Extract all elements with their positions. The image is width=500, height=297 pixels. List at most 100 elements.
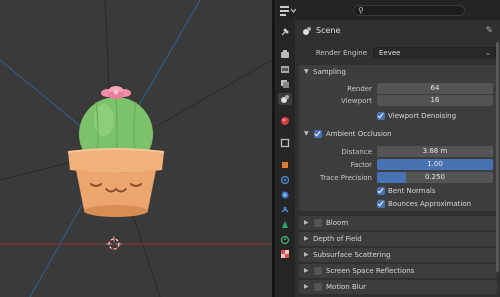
- tab-material[interactable]: [278, 234, 292, 246]
- ambient-occlusion-panel-header[interactable]: ▼ Ambient Occlusion: [299, 127, 497, 141]
- properties-search-input[interactable]: ⚲: [353, 5, 465, 16]
- material-icon: [280, 235, 290, 245]
- tab-world[interactable]: [278, 115, 292, 127]
- properties-header: ⚲: [275, 0, 500, 20]
- bounces-approximation-label: Bounces Approximation: [388, 200, 472, 208]
- screen-space-reflections-checkbox[interactable]: [314, 267, 322, 275]
- bent-normals-label: Bent Normals: [388, 187, 436, 195]
- render-icon: [281, 50, 289, 58]
- render-samples-label: Render: [347, 85, 372, 93]
- world-icon: [281, 117, 289, 125]
- tab-modifiers[interactable]: [278, 159, 292, 171]
- tab-physics[interactable]: [278, 189, 292, 201]
- motion-blur-title: Motion Blur: [326, 283, 367, 291]
- tab-render[interactable]: [278, 48, 292, 60]
- tab-output[interactable]: [278, 63, 292, 75]
- properties-tabs: [275, 20, 295, 297]
- tool-icon: [281, 28, 289, 36]
- ao-distance-row: Distance 3.68 m: [295, 146, 500, 158]
- editor-type-button[interactable]: [279, 4, 297, 17]
- depth-of-field-title: Depth of Field: [313, 235, 362, 243]
- bent-normals-checkbox[interactable]: [377, 187, 385, 195]
- view-layer-icon: [281, 80, 289, 88]
- motion-blur-checkbox[interactable]: [314, 283, 322, 291]
- chevron-down-icon: ⌄: [485, 49, 491, 57]
- properties-content: Scene ✎ Render Engine Eevee ⌄ ▼ Sampling…: [295, 20, 500, 297]
- ao-distance-value: 3.68 m: [422, 147, 448, 155]
- chevron-right-icon: ▶: [304, 251, 309, 258]
- cactus-model: [67, 86, 165, 217]
- render-engine-value: Eevee: [379, 49, 401, 57]
- render-samples-row: Render 64: [295, 83, 500, 95]
- viewport-samples-value: 16: [430, 96, 440, 104]
- sampling-panel-header[interactable]: ▼ Sampling: [299, 65, 497, 79]
- viewport-denoising-checkbox[interactable]: [377, 112, 385, 120]
- subsurface-scattering-panel-header[interactable]: ▶ Subsurface Scattering: [299, 248, 497, 262]
- bounces-approximation-row[interactable]: Bounces Approximation: [377, 199, 492, 209]
- 3d-cursor: [106, 236, 122, 250]
- ao-trace-precision-slider[interactable]: 0.250: [377, 172, 493, 183]
- cactus-flower: [101, 86, 131, 99]
- chevron-right-icon: ▶: [304, 283, 309, 290]
- properties-editor: ⚲ Scene ✎ Render Engine Eevee ⌄ ▼ Sampli…: [275, 0, 500, 297]
- render-samples-value: 64: [430, 84, 440, 92]
- scene-name-label: Scene: [316, 26, 341, 35]
- ao-factor-row: Factor 1.00: [295, 159, 500, 171]
- ao-factor-slider[interactable]: 1.00: [377, 159, 493, 170]
- ao-trace-precision-row: Trace Precision 0.250: [295, 172, 500, 184]
- ao-factor-value: 1.00: [427, 160, 443, 168]
- scrollbar-thumb[interactable]: [496, 42, 499, 272]
- viewport-scene: [0, 0, 272, 297]
- motion-blur-panel-header[interactable]: ▶ Motion Blur: [299, 280, 497, 294]
- screen-space-reflections-panel-header[interactable]: ▶ Screen Space Reflections: [299, 264, 497, 278]
- ambient-occlusion-checkbox[interactable]: [314, 130, 322, 138]
- ambient-occlusion-title: Ambient Occlusion: [326, 130, 392, 138]
- properties-scrollbar[interactable]: [496, 42, 499, 297]
- ao-distance-label: Distance: [341, 148, 372, 156]
- constraints-icon: [281, 206, 289, 213]
- modifier-icon: [282, 162, 288, 168]
- tab-scene[interactable]: [278, 93, 292, 105]
- texture-icon: [281, 250, 289, 258]
- tab-particles[interactable]: [278, 174, 292, 186]
- render-engine-dropdown[interactable]: Eevee ⌄: [373, 47, 496, 58]
- depth-of-field-panel-header[interactable]: ▶ Depth of Field: [299, 232, 497, 246]
- chevron-right-icon: ▶: [304, 235, 309, 242]
- bounces-approximation-checkbox[interactable]: [377, 200, 385, 208]
- 3d-viewport[interactable]: [0, 0, 272, 297]
- chevron-down-icon: ▼: [304, 130, 309, 137]
- bloom-checkbox[interactable]: [314, 219, 322, 227]
- tab-view-layer[interactable]: [278, 78, 292, 90]
- viewport-samples-field[interactable]: 16: [377, 95, 493, 106]
- screen-space-reflections-title: Screen Space Reflections: [326, 267, 415, 275]
- ao-factor-label: Factor: [350, 161, 372, 169]
- render-engine-label: Render Engine: [315, 49, 367, 57]
- tab-object[interactable]: [278, 137, 292, 149]
- sampling-title: Sampling: [313, 68, 346, 76]
- physics-icon: [281, 191, 289, 199]
- tab-constraints[interactable]: [278, 204, 292, 216]
- chevron-down-icon: ▼: [304, 68, 309, 75]
- chevron-right-icon: ▶: [304, 219, 309, 226]
- tab-tool[interactable]: [278, 26, 292, 38]
- render-samples-field[interactable]: 64: [377, 83, 493, 94]
- ao-trace-precision-value: 0.250: [424, 173, 446, 181]
- subsurface-scattering-title: Subsurface Scattering: [313, 251, 391, 259]
- data-icon: [282, 221, 288, 228]
- object-icon: [280, 138, 290, 148]
- bent-normals-row[interactable]: Bent Normals: [377, 186, 487, 196]
- viewport-denoising-label: Viewport Denoising: [388, 112, 457, 120]
- properties-editor-icon: [280, 6, 297, 16]
- bloom-panel-header[interactable]: ▶ Bloom: [299, 216, 497, 230]
- viewport-denoising-row[interactable]: Viewport Denoising: [377, 111, 487, 121]
- chevron-right-icon: ▶: [304, 267, 309, 274]
- ao-trace-precision-label: Trace Precision: [319, 174, 372, 182]
- scene-context-icon: [303, 27, 311, 35]
- tab-data[interactable]: [278, 219, 292, 231]
- search-icon: ⚲: [358, 6, 364, 15]
- pin-icon[interactable]: ✎: [485, 26, 493, 36]
- render-engine-row: Render Engine Eevee ⌄: [295, 47, 500, 59]
- context-breadcrumb: Scene ✎: [295, 23, 500, 39]
- ao-distance-field[interactable]: 3.68 m: [377, 146, 493, 157]
- tab-texture[interactable]: [278, 248, 292, 260]
